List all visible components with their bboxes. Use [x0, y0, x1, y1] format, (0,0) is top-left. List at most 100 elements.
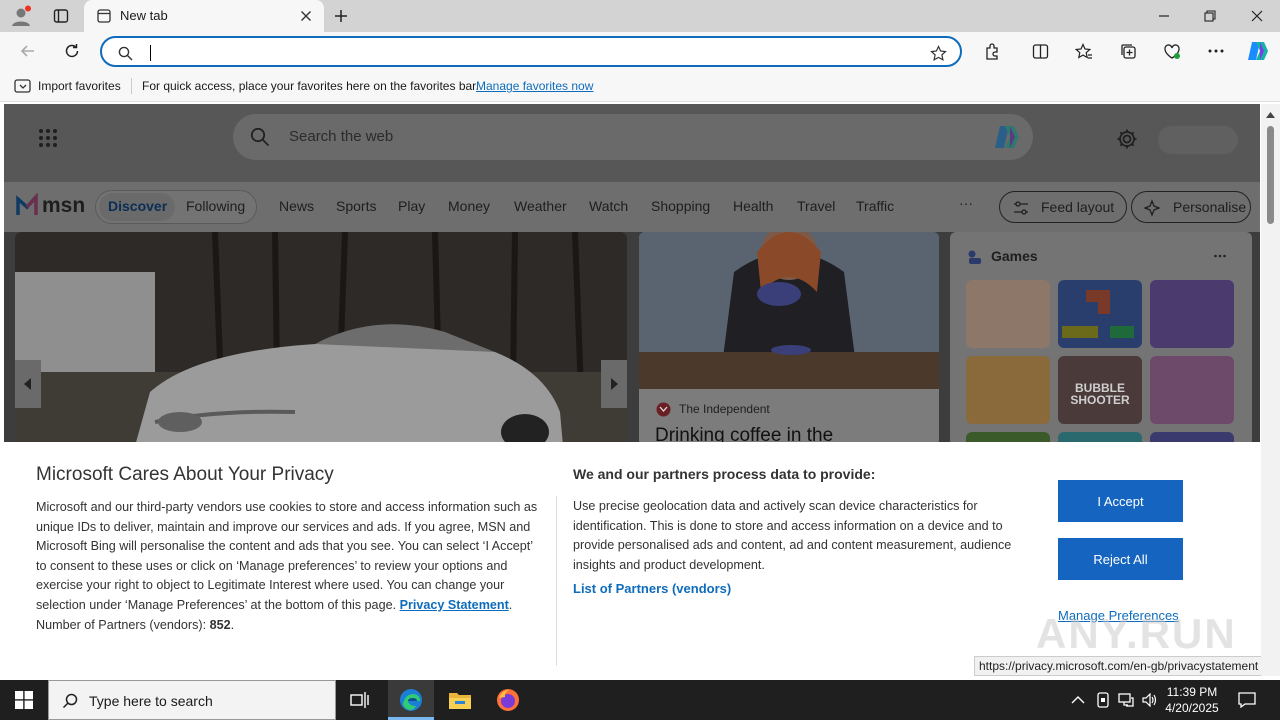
the-independent-logo-icon	[655, 401, 671, 417]
game-tile-4[interactable]	[966, 356, 1050, 424]
feed-layout-label: Feed layout	[1041, 199, 1115, 215]
period-2: .	[230, 617, 235, 632]
status-url-tooltip: https://privacy.microsoft.com/en-gb/priv…	[974, 656, 1274, 676]
nav-watch[interactable]: Watch	[589, 198, 628, 214]
privacy-statement-link[interactable]: Privacy Statement	[400, 598, 509, 612]
task-view-icon[interactable]	[340, 680, 380, 720]
restore-icon[interactable]	[1196, 4, 1224, 28]
feed-layout-button[interactable]: Feed layout	[999, 191, 1127, 223]
personalise-label: Personalise	[1173, 199, 1247, 215]
clock-date: 4/20/2025	[1165, 701, 1219, 715]
game-tile-6[interactable]	[1150, 356, 1234, 424]
new-tab-icon[interactable]	[330, 4, 352, 28]
tray-chevron-up-icon[interactable]	[1068, 690, 1088, 710]
reject-all-button[interactable]: Reject All	[1058, 538, 1183, 580]
favorites-icon[interactable]	[1072, 40, 1096, 62]
nav-news[interactable]: News	[279, 198, 314, 214]
partners-label: Number of Partners (vendors):	[36, 617, 207, 632]
web-search-box[interactable]: Search the web	[233, 114, 1033, 160]
tray-device-icon[interactable]	[1093, 690, 1113, 710]
games-more-icon[interactable]	[1212, 248, 1228, 264]
import-favorites-button[interactable]: Import favorites	[38, 79, 121, 93]
games-icon	[966, 248, 984, 266]
close-tab-icon[interactable]	[298, 8, 314, 24]
refresh-icon[interactable]	[60, 40, 84, 62]
browser-toolbar	[0, 32, 1280, 70]
file-explorer-icon[interactable]	[440, 680, 480, 720]
minimize-icon[interactable]	[1150, 4, 1178, 28]
hero-image	[15, 232, 627, 446]
collections-icon[interactable]	[1116, 40, 1140, 62]
sparkle-icon	[1142, 198, 1162, 218]
copilot-search-icon[interactable]	[991, 122, 1023, 152]
nav-traffic[interactable]: Traffic	[856, 198, 894, 214]
copilot-icon[interactable]	[1244, 38, 1272, 64]
page-scrollbar[interactable]	[1261, 104, 1280, 676]
nav-more[interactable]: ···	[959, 195, 973, 211]
clock-time: 11:39 PM	[1166, 685, 1218, 699]
nav-shopping[interactable]: Shopping	[651, 198, 710, 214]
tab-discover[interactable]: Discover	[108, 198, 167, 214]
game-tile-3[interactable]	[1150, 280, 1234, 348]
extensions-icon[interactable]	[980, 40, 1004, 62]
apps-grid-icon[interactable]	[36, 126, 60, 150]
settings-gear-icon[interactable]	[1114, 126, 1140, 152]
nav-travel[interactable]: Travel	[797, 198, 835, 214]
firefox-icon[interactable]	[488, 680, 528, 720]
nav-weather[interactable]: Weather	[514, 198, 567, 214]
partners-count: 852	[209, 617, 231, 632]
favorite-star-icon[interactable]	[928, 43, 948, 63]
text-cursor	[150, 45, 151, 61]
msn-logo-icon[interactable]	[16, 192, 38, 220]
accept-button[interactable]: I Accept	[1058, 480, 1183, 522]
hero-prev-button[interactable]	[15, 360, 41, 408]
favorites-bar: Import favorites For quick access, place…	[0, 70, 1280, 102]
split-screen-icon[interactable]	[1028, 40, 1052, 62]
partners-list-link[interactable]: List of Partners (vendors)	[573, 581, 731, 596]
game-tile-1[interactable]	[966, 280, 1050, 348]
msn-brand: msn	[42, 194, 86, 217]
consent-purposes-text: Use precise geolocation data and activel…	[573, 499, 1012, 572]
nav-sports[interactable]: Sports	[336, 198, 376, 214]
nav-health[interactable]: Health	[733, 198, 773, 214]
network-icon[interactable]	[1116, 690, 1136, 710]
consent-purposes-title: We and our partners process data to prov…	[573, 466, 876, 482]
hero-next-button[interactable]	[601, 360, 627, 408]
favorites-hint: For quick access, place your favorites h…	[142, 79, 479, 93]
address-bar[interactable]	[100, 36, 962, 67]
system-clock[interactable]: 11:39 PM 4/20/2025	[1160, 684, 1224, 716]
sign-in-button[interactable]	[1158, 126, 1238, 154]
browser-essentials-icon[interactable]	[1160, 40, 1184, 62]
back-icon[interactable]	[16, 40, 40, 62]
start-button-icon[interactable]	[0, 680, 48, 720]
taskbar-search-box[interactable]: Type here to search	[48, 680, 336, 720]
close-window-icon[interactable]	[1243, 4, 1271, 28]
personalise-button[interactable]: Personalise	[1131, 191, 1251, 223]
games-title: Games	[991, 248, 1038, 264]
news-source: The Independent	[679, 402, 770, 416]
notifications-icon[interactable]	[1232, 688, 1262, 712]
search-icon	[116, 44, 134, 62]
anyrun-watermark: ANY.RUN	[1036, 610, 1237, 657]
news-card[interactable]: The Independent Drinking coffee in the	[639, 232, 939, 446]
profile-icon[interactable]	[8, 4, 34, 28]
taskbar-search-icon	[61, 692, 79, 710]
taskbar-search-placeholder: Type here to search	[89, 693, 213, 709]
volume-icon[interactable]	[1140, 690, 1160, 710]
game-tile-2[interactable]	[1058, 280, 1142, 348]
game-tile-bubble-shooter[interactable]: BUBBLE SHOOTER	[1058, 356, 1142, 424]
manage-favorites-link[interactable]: Manage favorites now	[476, 79, 593, 93]
web-search-placeholder: Search the web	[289, 128, 394, 145]
nav-play[interactable]: Play	[398, 198, 425, 214]
edge-taskbar-icon[interactable]	[388, 680, 434, 720]
tab-new-tab[interactable]: New tab	[84, 0, 324, 32]
consent-divider	[556, 496, 557, 666]
nav-money[interactable]: Money	[448, 198, 490, 214]
tab-following[interactable]: Following	[186, 198, 245, 214]
workspaces-icon[interactable]	[48, 4, 74, 28]
hero-card[interactable]	[15, 232, 627, 446]
consent-title: Microsoft Cares About Your Privacy	[36, 464, 334, 485]
period: .	[508, 597, 513, 612]
more-menu-icon[interactable]	[1204, 40, 1228, 62]
import-favorites-icon[interactable]	[13, 78, 31, 94]
